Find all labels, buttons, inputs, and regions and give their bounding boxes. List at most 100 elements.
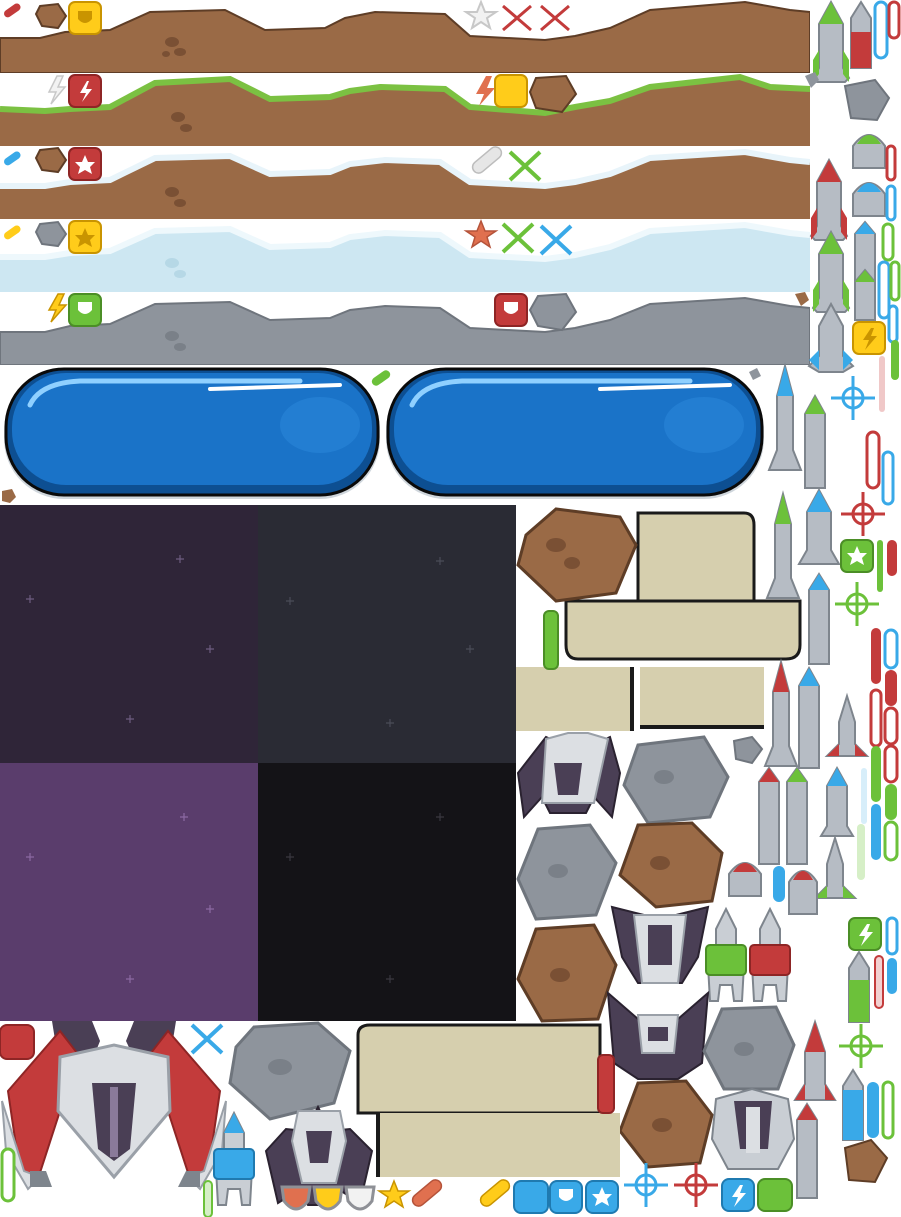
shield-badge-icon (494, 74, 528, 108)
shield-badge-icon (68, 293, 102, 327)
missile-blue (797, 487, 841, 565)
missile-green (804, 393, 826, 489)
laser-green (883, 820, 899, 862)
meteor-big-gray (622, 735, 730, 825)
bolt-badge-icon (721, 1178, 755, 1212)
missile-blue (798, 665, 820, 769)
shield-badge-icon (68, 74, 102, 108)
cross-icon (501, 222, 535, 254)
laser-blue (887, 304, 899, 344)
meteor-small-gray (732, 735, 764, 765)
missile-blue (842, 1068, 864, 1141)
badge-blue (513, 1180, 549, 1214)
shield-badge-icon (68, 1, 102, 35)
laser-blue (883, 628, 899, 670)
player-ship-green (705, 906, 747, 1002)
laser-blue-faint (861, 768, 867, 824)
laser-green (0, 1147, 16, 1203)
enemy-ship-gray (610, 905, 710, 984)
missile-blue (807, 301, 855, 373)
laser-green (881, 1080, 895, 1140)
missile-head-blue (852, 182, 886, 217)
missile-green (811, 0, 851, 83)
laser-blue (881, 450, 895, 506)
laser-red (885, 144, 897, 182)
crosshair-icon (841, 492, 885, 536)
meteor-big-brown (516, 507, 638, 603)
blue-button-large (4, 367, 380, 499)
meteor-big-gray (516, 823, 618, 921)
shield-icon-white (344, 1185, 376, 1211)
missile-blue (808, 572, 830, 665)
missile-green (811, 229, 851, 313)
badge-red (0, 1024, 35, 1060)
sprites-right-column (728, 0, 901, 1199)
meteor-icon (34, 2, 68, 30)
shield-icon-yellow (312, 1185, 344, 1211)
star-icon (462, 0, 500, 31)
missile-red (809, 157, 849, 241)
missile-green (786, 766, 808, 865)
missile-green (848, 950, 870, 1023)
star-badge-icon (840, 539, 874, 573)
shield-badge-icon (68, 147, 102, 181)
pill-icon (479, 1179, 511, 1207)
meteor-big-brown (516, 923, 618, 1023)
crosshair-icon (835, 582, 879, 626)
pill-icon (2, 224, 23, 241)
laser-red (883, 706, 899, 746)
laser-green (877, 540, 883, 592)
laser-green (871, 746, 881, 802)
crosshair-icon (624, 1163, 668, 1207)
laser-red (887, 540, 897, 576)
sprites-bottom (0, 1021, 793, 1217)
laser-red (887, 0, 901, 40)
meteor-big-gray (228, 1021, 352, 1121)
meteor-icon (528, 292, 578, 332)
laser-blue (773, 866, 785, 902)
laser-blue (873, 0, 889, 60)
laser-red (869, 688, 883, 748)
meteor-icon (528, 74, 578, 114)
missile-green (812, 834, 858, 899)
star-sparkles (26, 555, 474, 983)
laser-red (883, 744, 899, 784)
laser-red-faint (879, 356, 885, 412)
missile-blue (819, 765, 855, 837)
shield-icon-red (280, 1185, 312, 1211)
bolt-badge-icon (852, 321, 886, 355)
bolt-icon (47, 75, 67, 105)
cross-icon (190, 1023, 224, 1055)
crosshair-icon (831, 376, 875, 420)
panel-large (356, 1023, 620, 1177)
crosshair-icon (839, 1024, 883, 1068)
laser-green (203, 1180, 213, 1217)
laser-green (891, 340, 899, 380)
cross-icon (502, 4, 570, 32)
missile-head-green (852, 134, 886, 169)
laser-green (881, 222, 895, 262)
laser-red (865, 430, 881, 490)
meteor-big-brown (618, 821, 724, 909)
shield-badge-icon (549, 1180, 583, 1214)
laser-red (885, 670, 897, 706)
missile-red (758, 766, 780, 865)
button-panels (2, 367, 764, 503)
meteor-medium-brown (843, 1138, 889, 1184)
missile-head-red (788, 870, 818, 915)
pill-icon (411, 1179, 443, 1207)
missile-head-red (728, 862, 762, 897)
laser-green (889, 260, 901, 302)
meteor-medium-gray (843, 78, 891, 122)
star-icon (376, 1178, 412, 1209)
laser-blue (871, 804, 881, 860)
pill-icon (370, 368, 392, 388)
laser-blue (885, 916, 899, 956)
laser-blue (887, 958, 897, 994)
laser-blue (867, 1082, 879, 1138)
laser-green-faint (857, 824, 865, 880)
star-badge-icon (585, 1180, 619, 1214)
meteor-icon (34, 220, 68, 248)
missile-red (824, 692, 870, 757)
missile-red (850, 0, 872, 69)
